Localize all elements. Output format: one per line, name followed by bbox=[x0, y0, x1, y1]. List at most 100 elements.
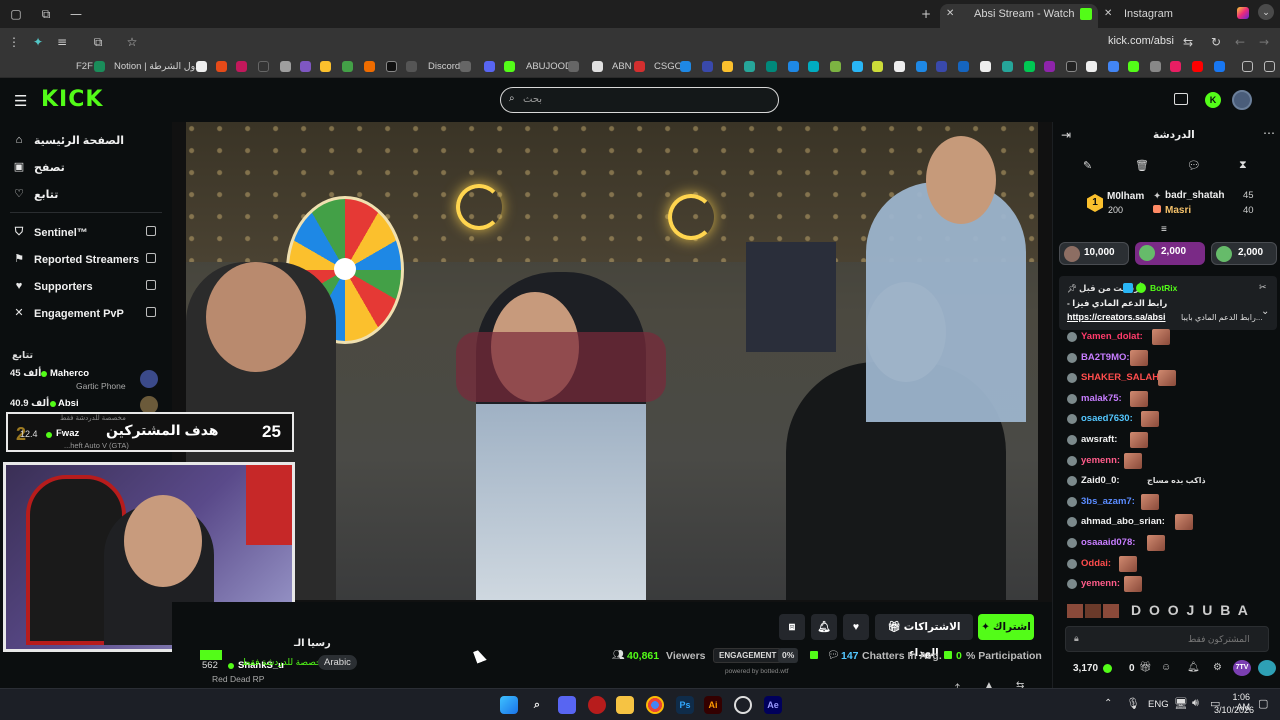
search-input[interactable]: ⌕ بحث bbox=[500, 87, 779, 113]
notification-icon[interactable]: ▢ bbox=[1258, 697, 1268, 710]
chrome-icon[interactable] bbox=[646, 696, 664, 714]
bookmark-f2f[interactable]: F2F bbox=[76, 60, 93, 74]
reader-icon[interactable]: ≡ bbox=[54, 34, 70, 50]
search-icon[interactable]: ⌕ bbox=[528, 696, 546, 714]
unpin-icon[interactable]: ✂ bbox=[1259, 282, 1267, 293]
discord-icon[interactable] bbox=[558, 696, 576, 714]
chat-username[interactable]: yemenn: bbox=[1081, 575, 1120, 593]
site-settings-icon[interactable]: ⇆ bbox=[1180, 34, 1196, 50]
bell-icon[interactable]: 🔔︎ bbox=[1187, 662, 1200, 673]
emote-menu-icon[interactable]: ☺ bbox=[1161, 662, 1171, 673]
photoshop-icon[interactable]: Ps bbox=[676, 696, 694, 714]
chat-message[interactable]: awsraft: bbox=[1067, 431, 1277, 449]
follow-heart-button[interactable]: ♥ bbox=[843, 614, 869, 640]
subscribe-button[interactable]: ✦ اشتراك bbox=[978, 614, 1034, 640]
chat-username[interactable]: SHAKER_SALAH: bbox=[1081, 369, 1162, 387]
illustrator-icon[interactable]: Ai bbox=[704, 696, 722, 714]
obs-icon[interactable] bbox=[734, 696, 752, 714]
chat-message[interactable]: malak75: bbox=[1067, 390, 1277, 408]
chat-message[interactable]: Zaid0_0: ذاكب بده مساج bbox=[1067, 472, 1277, 490]
chevron-down-icon[interactable]: ⌄ bbox=[1258, 4, 1274, 20]
chat-message[interactable]: ahmad_abo_srian: bbox=[1067, 513, 1277, 531]
gift-pill[interactable]: 2,000 bbox=[1211, 242, 1277, 265]
expand-leaderboard-icon[interactable]: ≡ bbox=[1161, 224, 1167, 235]
channel-points[interactable]: 3,170 bbox=[1073, 663, 1098, 674]
following-channel-maherco[interactable]: 45 ألف Maherco Gartic Phone bbox=[10, 368, 162, 394]
clip-button[interactable]: ⧈ bbox=[779, 614, 805, 640]
language-indicator[interactable]: ENG bbox=[1148, 699, 1169, 710]
chat-username[interactable]: osaaaid078: bbox=[1081, 534, 1135, 552]
chat-menu-icon[interactable]: ⋯ bbox=[1263, 126, 1275, 140]
bookmark-star-icon[interactable]: ☆ bbox=[124, 34, 140, 50]
network-icon[interactable]: 🖥︎ bbox=[1174, 697, 1188, 710]
chat-username[interactable]: ahmad_abo_srian: bbox=[1081, 513, 1165, 531]
microphone-icon[interactable]: 🎙︎ bbox=[1126, 697, 1140, 710]
chat-input[interactable]: 🔒︎ المشتركون فقط bbox=[1065, 626, 1269, 652]
back-icon[interactable]: ← bbox=[1232, 34, 1248, 50]
tab-close-icon[interactable]: ✕ bbox=[946, 8, 958, 20]
tab-search-icon[interactable]: ⧉ bbox=[38, 6, 54, 22]
settings-icon[interactable]: ⚙ bbox=[1213, 662, 1222, 673]
chat-username[interactable]: yemenn: bbox=[1081, 452, 1120, 470]
extension-icon[interactable] bbox=[1258, 660, 1276, 676]
chat-message[interactable]: Oddai: bbox=[1067, 555, 1277, 573]
bookmark-folder-icon[interactable] bbox=[1264, 61, 1275, 72]
menu-dots-icon[interactable]: ⋮ bbox=[6, 34, 22, 50]
minimize-tabs-icon[interactable]: — bbox=[68, 6, 84, 22]
collapse-chat-icon[interactable]: ⇥ bbox=[1061, 128, 1071, 142]
bookmark-abn[interactable]: ABN bbox=[612, 60, 632, 74]
video-player[interactable] bbox=[172, 122, 1052, 602]
bookmark-csgo[interactable]: CSGO bbox=[654, 60, 682, 74]
chevron-down-icon[interactable]: ⌄ bbox=[1261, 306, 1269, 317]
notification-bell-button[interactable]: 🔔︎ bbox=[811, 614, 837, 640]
chat-message[interactable]: BA2T9MO: bbox=[1067, 349, 1277, 367]
after-effects-icon[interactable]: Ae bbox=[764, 696, 782, 714]
chat-username[interactable]: Yamen_dolat: bbox=[1081, 328, 1143, 346]
windows-start-icon[interactable] bbox=[500, 696, 518, 714]
chat-bubble-icon[interactable]: 💬︎ bbox=[1187, 159, 1201, 172]
7tv-icon[interactable]: 7TV bbox=[1233, 660, 1251, 676]
chat-username[interactable]: 3bs_azam7: bbox=[1081, 493, 1135, 511]
chat-username[interactable]: Zaid0_0: bbox=[1081, 472, 1120, 490]
kick-logo[interactable]: KICK bbox=[41, 87, 103, 112]
file-explorer-icon[interactable] bbox=[616, 696, 634, 714]
chat-message[interactable]: osaaaid078: bbox=[1067, 534, 1277, 552]
gift-pill[interactable]: 2,000 bbox=[1135, 242, 1205, 265]
gift-subs-button[interactable]: 🎁︎ الاشتراكات الهداء bbox=[875, 614, 973, 659]
following-channel-fwaz[interactable]: 12.4 bbox=[10, 398, 162, 439]
bookmark-abujood[interactable]: ABUJOOD bbox=[526, 60, 572, 74]
chat-message[interactable]: SHAKER_SALAH: bbox=[1067, 369, 1277, 387]
clock-date[interactable]: 3/10/2026 bbox=[1214, 705, 1254, 715]
trash-icon[interactable]: 🗑︎ bbox=[1135, 159, 1149, 172]
gift-pill[interactable]: 10,000 bbox=[1059, 242, 1129, 265]
window-menu-icon[interactable]: ▢ bbox=[8, 6, 24, 22]
tab-close-icon[interactable]: ✕ bbox=[1104, 8, 1116, 20]
tab-absi-stream[interactable]: ✕ Absi Stream - Watch Live on Kick bbox=[940, 4, 1098, 28]
extension-icon[interactable]: ✦ bbox=[30, 34, 46, 50]
pin-icon[interactable]: ✎ bbox=[1083, 159, 1092, 172]
url-field[interactable]: kick.com/absi bbox=[1108, 35, 1174, 47]
bookmark-notion[interactable]: Notion | جدول الشرطة bbox=[114, 60, 206, 74]
pinned-link[interactable]: https://creators.sa/absi bbox=[1067, 312, 1166, 322]
chat-message[interactable]: 3bs_azam7: bbox=[1067, 493, 1277, 511]
screenshot-icon[interactable]: ⧉ bbox=[90, 34, 106, 50]
theater-mode-icon[interactable] bbox=[1174, 93, 1188, 105]
stream-video[interactable] bbox=[186, 122, 1038, 600]
pinned-message[interactable]: 📌︎ أرسلت من قبل BotRix ✂ - رابط الدعم ال… bbox=[1059, 276, 1277, 330]
language-tag[interactable]: Arabic bbox=[318, 655, 357, 670]
chat-username[interactable]: BA2T9MO: bbox=[1081, 349, 1130, 367]
stream-category[interactable]: مخصصة للدردشة فقط bbox=[242, 657, 327, 668]
hourglass-icon[interactable]: ⧗ bbox=[1239, 159, 1247, 172]
chat-message[interactable]: yemenn: bbox=[1067, 452, 1277, 470]
chat-message[interactable]: osaed7630: bbox=[1067, 410, 1277, 428]
new-tab-icon[interactable]: + bbox=[918, 6, 934, 22]
tab-instagram[interactable]: ✕ Instagram bbox=[1100, 4, 1230, 28]
apps-grid-icon[interactable] bbox=[1242, 61, 1253, 72]
chat-message[interactable]: Yamen_dolat: bbox=[1067, 328, 1277, 346]
app-icon[interactable] bbox=[588, 696, 606, 714]
kick-points-icon[interactable]: K bbox=[1205, 92, 1221, 108]
volume-icon[interactable]: 🔊︎ bbox=[1192, 697, 1199, 710]
hamburger-menu-icon[interactable]: ☰ bbox=[14, 92, 27, 110]
chat-message[interactable]: yemenn: bbox=[1067, 575, 1277, 593]
forward-icon[interactable]: → bbox=[1256, 34, 1272, 50]
